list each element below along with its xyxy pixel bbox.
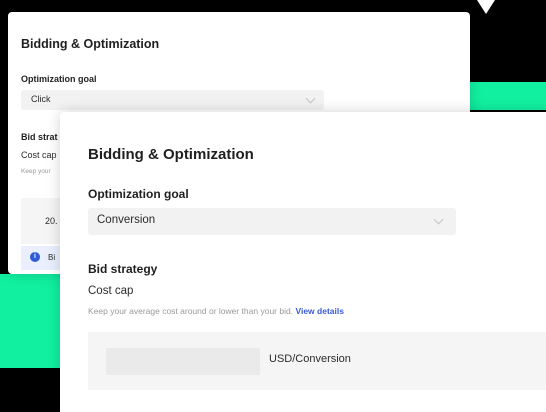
card-title: Bidding & Optimization xyxy=(88,146,254,163)
bid-amount-value[interactable]: 20. xyxy=(45,216,58,226)
decorative-green-band-top xyxy=(470,82,546,110)
optimization-goal-value: Conversion xyxy=(97,214,156,226)
chevron-down-icon xyxy=(433,214,444,225)
cost-cap-hint: Keep your average cost around or lower t… xyxy=(88,306,344,316)
optimization-goal-value: Click xyxy=(31,94,51,104)
info-icon: i xyxy=(30,252,40,262)
optimization-goal-label: Optimization goal xyxy=(88,187,189,201)
bid-amount-area: USD/Conversion xyxy=(88,332,546,390)
info-banner-text: Bi xyxy=(48,253,56,262)
cost-cap-label: Cost cap xyxy=(21,150,57,160)
view-details-link[interactable]: View details xyxy=(295,306,344,316)
optimization-goal-select[interactable]: Click xyxy=(21,90,324,110)
chevron-down-icon xyxy=(305,93,316,104)
cost-cap-label: Cost cap xyxy=(88,285,134,297)
bidding-card: Bidding & Optimization Optimization goal… xyxy=(60,112,546,412)
tooltip-pointer xyxy=(477,0,495,14)
bid-unit-label: USD/Conversion xyxy=(269,353,351,365)
cost-cap-hint-text: Keep your average cost around or lower t… xyxy=(88,306,294,316)
card-title: Bidding & Optimization xyxy=(21,37,160,51)
cost-cap-hint: Keep your xyxy=(21,168,51,175)
optimization-goal-select[interactable]: Conversion xyxy=(88,208,456,235)
optimization-goal-label: Optimization goal xyxy=(21,74,97,84)
decorative-green-band-bottom xyxy=(0,274,60,368)
bid-strategy-label: Bid strategy xyxy=(88,262,158,276)
bid-amount-input[interactable] xyxy=(106,348,260,375)
bid-strategy-label: Bid strat xyxy=(21,132,58,142)
